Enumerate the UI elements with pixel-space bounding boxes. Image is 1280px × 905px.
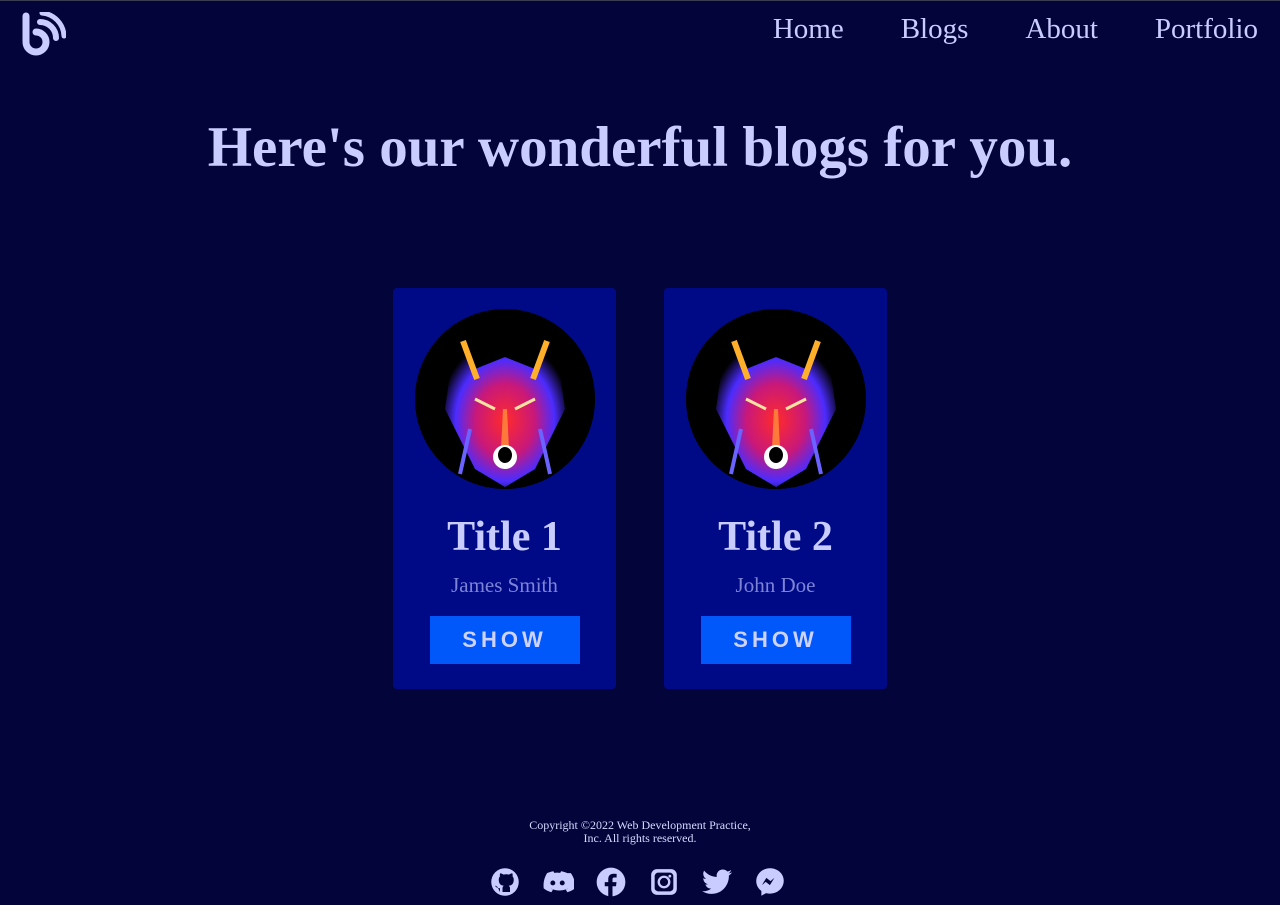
copyright-line-2: Inc. All rights reserved. (583, 831, 697, 845)
card-title: Title 1 (447, 514, 562, 560)
github-icon[interactable] (489, 866, 521, 898)
instagram-icon[interactable] (648, 866, 680, 898)
top-border (0, 0, 1280, 1)
neon-wolf-image (414, 309, 595, 489)
main-nav: Home Blogs About Portfolio (773, 11, 1258, 47)
show-button[interactable]: SHOW (700, 616, 851, 664)
neon-wolf-image (685, 309, 866, 489)
card-author: John Doe (735, 573, 816, 597)
logo-icon[interactable] (20, 10, 67, 58)
nav-blogs[interactable]: Blogs (901, 11, 969, 47)
nav-home[interactable]: Home (773, 11, 844, 47)
nav-about[interactable]: About (1025, 11, 1098, 47)
blog-card: Title 1 James Smith SHOW (393, 288, 616, 689)
blog-card: Title 2 John Doe SHOW (664, 288, 887, 689)
copyright-text: Copyright ©2022 Web Development Practice… (520, 819, 760, 845)
facebook-icon[interactable] (595, 866, 627, 898)
discord-icon[interactable] (542, 866, 574, 898)
show-button[interactable]: SHOW (429, 616, 580, 664)
messenger-icon[interactable] (754, 866, 786, 898)
nav-portfolio[interactable]: Portfolio (1155, 11, 1258, 47)
footer: Copyright ©2022 Web Development Practice… (0, 819, 1280, 845)
social-links (489, 866, 786, 898)
blog-card-list: Title 1 James Smith SHOW Title 2 John Do… (393, 288, 887, 689)
card-title: Title 2 (718, 514, 833, 560)
twitter-icon[interactable] (701, 866, 733, 898)
card-author: James Smith (451, 573, 558, 597)
page-title: Here's our wonderful blogs for you. (207, 116, 1073, 179)
